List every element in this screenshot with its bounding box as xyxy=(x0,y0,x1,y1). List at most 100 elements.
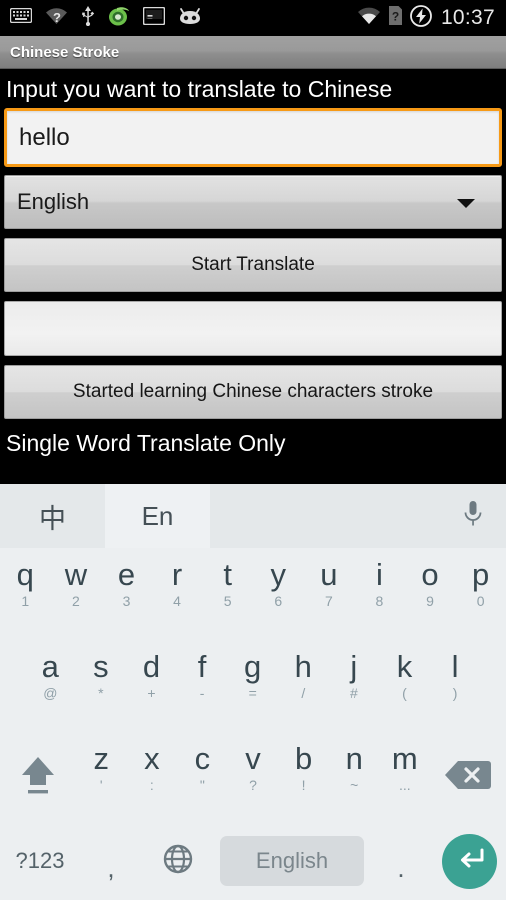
key-sublabel: # xyxy=(349,685,358,701)
language-spinner-value: English xyxy=(17,189,90,214)
status-bar: ? _ ? 10:37 xyxy=(0,0,506,36)
key-label: j xyxy=(350,649,358,684)
terminal-icon: _ xyxy=(142,6,166,30)
period-key[interactable]: . xyxy=(370,839,432,884)
key-m[interactable]: m... xyxy=(379,732,430,818)
key-label: d xyxy=(142,649,161,684)
translate-input[interactable]: hello xyxy=(4,108,502,167)
key-label: a xyxy=(41,649,59,684)
key-c[interactable]: c " xyxy=(177,732,228,818)
download-manager-icon xyxy=(108,6,130,31)
app-content: Input you want to translate to Chinese h… xyxy=(0,70,506,484)
voice-input-button[interactable] xyxy=(440,484,506,548)
key-sublabel: * xyxy=(98,685,104,701)
key-label: r xyxy=(171,557,183,592)
key-i[interactable]: i8 xyxy=(354,548,405,634)
backspace-icon xyxy=(444,757,492,798)
microphone-icon xyxy=(462,499,484,534)
key-l[interactable]: l) xyxy=(430,640,481,726)
key-label: f xyxy=(197,649,207,684)
key-sublabel: ' xyxy=(99,777,103,793)
key-label: n xyxy=(345,741,363,776)
key-sublabel: ) xyxy=(452,685,458,701)
key-t[interactable]: t5 xyxy=(202,548,253,634)
key-n[interactable]: n ~ xyxy=(329,732,380,818)
key-a[interactable]: a @ xyxy=(25,640,76,726)
key-label: i xyxy=(376,557,383,592)
start-learning-button[interactable]: Started learning Chinese characters stro… xyxy=(4,365,502,419)
key-p[interactable]: p0 xyxy=(455,548,506,634)
key-label: v xyxy=(245,741,261,776)
key-label: p xyxy=(472,557,490,592)
key-k[interactable]: k( xyxy=(379,640,430,726)
key-f[interactable]: f- xyxy=(177,640,228,726)
key-sublabel: 0 xyxy=(476,593,485,609)
key-v[interactable]: v? xyxy=(228,732,279,818)
language-spinner[interactable]: English xyxy=(4,175,502,229)
key-u[interactable]: u7 xyxy=(304,548,355,634)
soft-keyboard: 中 En q1 w2 e3 r4 t5 y6 u7 i8 o9 p0 a @ s… xyxy=(0,484,506,900)
svg-text:?: ? xyxy=(392,10,399,24)
app-title: Chinese Stroke xyxy=(10,43,120,61)
key-j[interactable]: j # xyxy=(329,640,380,726)
toolbar-spacer xyxy=(210,484,440,548)
start-translate-button[interactable]: Start Translate xyxy=(4,238,502,292)
key-sublabel: ... xyxy=(398,777,411,793)
keyboard-row-2: a @ s * d + f- g = h / j # k( l) xyxy=(0,640,506,726)
key-sublabel: 1 xyxy=(21,593,30,609)
key-sublabel: = xyxy=(248,685,257,701)
wifi-signal-icon xyxy=(357,7,381,30)
language-switch-key[interactable] xyxy=(142,842,214,881)
key-b[interactable]: b! xyxy=(278,732,329,818)
key-r[interactable]: r4 xyxy=(152,548,203,634)
key-label: z xyxy=(93,741,109,776)
row3-letters: z ' x: c " v? b! n ~ m... xyxy=(76,732,430,818)
key-x[interactable]: x: xyxy=(127,732,178,818)
key-sublabel: ( xyxy=(402,685,407,701)
enter-key[interactable] xyxy=(432,833,506,889)
chevron-down-icon xyxy=(457,199,475,208)
app-title-bar: Chinese Stroke xyxy=(0,36,506,69)
key-h[interactable]: h / xyxy=(278,640,329,726)
phone-screen: ? _ ? 10:37 xyxy=(0,0,506,900)
key-w[interactable]: w2 xyxy=(51,548,102,634)
tab-english[interactable]: En xyxy=(105,484,210,548)
key-o[interactable]: o9 xyxy=(405,548,456,634)
key-label: l xyxy=(451,649,459,684)
key-sublabel: 2 xyxy=(71,593,80,609)
keyboard-row-4: ?123 , English . xyxy=(0,822,506,900)
sim-question-icon: ? xyxy=(388,6,403,30)
space-key[interactable]: English xyxy=(220,836,364,886)
key-g[interactable]: g = xyxy=(227,640,278,726)
backspace-key[interactable] xyxy=(430,732,506,818)
key-label: k xyxy=(396,649,413,684)
key-d[interactable]: d + xyxy=(126,640,177,726)
key-s[interactable]: s * xyxy=(76,640,127,726)
key-sublabel: " xyxy=(199,777,205,793)
key-sublabel: @ xyxy=(43,685,58,701)
key-label: y xyxy=(270,557,287,592)
key-label: x xyxy=(144,741,160,776)
key-sublabel: 4 xyxy=(173,593,181,609)
enter-key-circle xyxy=(441,833,497,889)
shift-key[interactable] xyxy=(0,732,76,818)
tab-chinese[interactable]: 中 xyxy=(0,484,105,548)
key-q[interactable]: q1 xyxy=(0,548,51,634)
translation-output-field[interactable] xyxy=(4,301,502,356)
key-label: g xyxy=(244,649,262,684)
key-e[interactable]: e3 xyxy=(101,548,152,634)
key-label: s xyxy=(93,649,109,684)
key-label: e xyxy=(117,557,136,592)
key-y[interactable]: y6 xyxy=(253,548,304,634)
svg-text:?: ? xyxy=(53,10,61,25)
charging-bolt-icon xyxy=(410,4,432,32)
key-sublabel: 5 xyxy=(223,593,232,609)
keyboard-row-3: z ' x: c " v? b! n ~ m... xyxy=(0,732,506,818)
key-sublabel: 3 xyxy=(122,593,131,609)
status-bar-left-icons: ? _ xyxy=(0,5,202,31)
symbols-key[interactable]: ?123 xyxy=(0,848,80,874)
key-label: q xyxy=(16,557,34,592)
key-z[interactable]: z ' xyxy=(76,732,127,818)
comma-key[interactable]: , xyxy=(80,839,142,884)
keyboard-rows: q1 w2 e3 r4 t5 y6 u7 i8 o9 p0 a @ s * d + f… xyxy=(0,548,506,900)
